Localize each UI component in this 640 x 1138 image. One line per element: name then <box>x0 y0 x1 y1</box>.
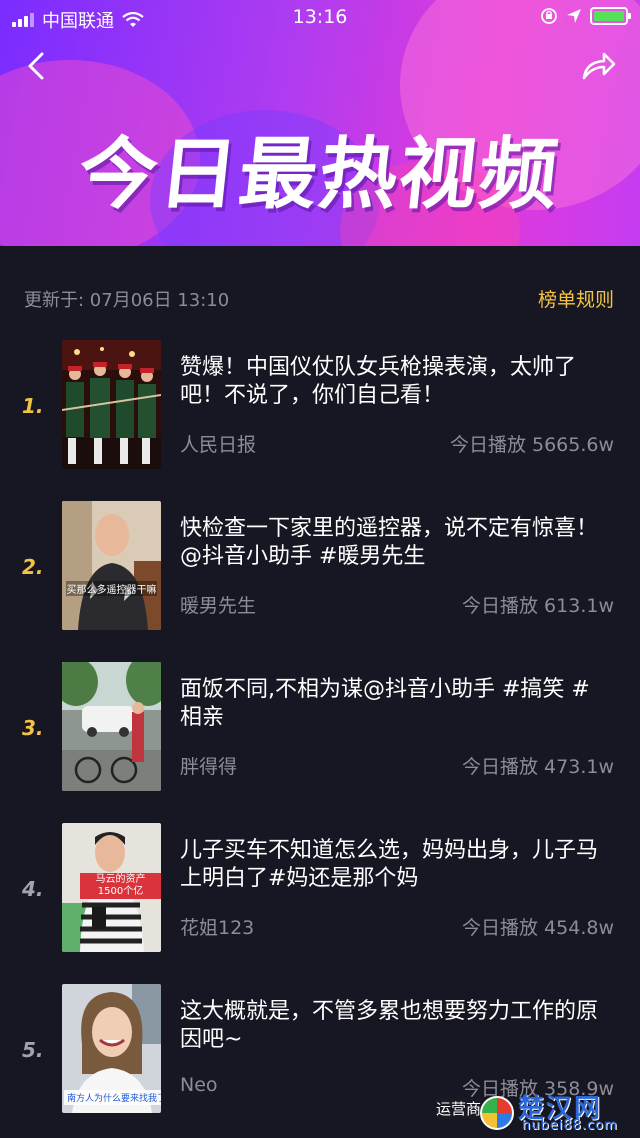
watermark-logo-icon <box>480 1096 514 1130</box>
rotation-lock-icon <box>541 8 557 24</box>
ranking-rules-link[interactable]: 榜单规则 <box>538 285 614 312</box>
video-title: 赞爆！中国仪仗队女兵枪操表演，太帅了吧！不说了，你们自己看！ <box>180 355 577 408</box>
play-count: 今日播放 454.8w <box>462 917 614 939</box>
rank-number: 1. <box>22 394 44 418</box>
status-bar: 中国联通 13:16 <box>0 0 640 36</box>
video-thumbnail[interactable] <box>62 662 161 791</box>
video-thumbnail[interactable]: 南方人为什么要来找我了呢 <box>62 984 161 1113</box>
video-thumbnail[interactable] <box>62 340 161 469</box>
video-author: 暖男先生 <box>180 595 257 617</box>
list-item[interactable]: 2. 买那么多遥控器干嘛 快检查一下家里的遥控器，说不定有惊喜！@抖音小助手 #… <box>0 501 640 662</box>
thumbnail-caption: 马云的资产1500个亿 <box>80 873 161 899</box>
battery-icon <box>590 7 631 25</box>
location-arrow-icon <box>567 9 581 23</box>
thumbnail-caption: 买那么多遥控器干嘛 <box>66 581 157 596</box>
share-button[interactable] <box>578 46 618 86</box>
play-count: 今日播放 473.1w <box>462 756 614 778</box>
list-item[interactable]: 1. 赞爆！中国仪仗队女兵枪操表演，太帅了吧！不说了，你们自己看！ 人民日报 今… <box>0 340 640 501</box>
thumbnail-caption: 南方人为什么要来找我了呢 <box>64 1090 161 1105</box>
video-author: 人民日报 <box>180 434 257 456</box>
thumbnail-image <box>62 662 161 791</box>
video-author: Neo <box>180 1074 218 1096</box>
chevron-left-icon <box>28 52 44 80</box>
video-author: 胖得得 <box>180 756 238 778</box>
thumbnail-image <box>62 340 161 469</box>
video-thumbnail[interactable]: 买那么多遥控器干嘛 <box>62 501 161 630</box>
list-item[interactable]: 3. 面饭不同,不相为谋@抖音小助手 #搞笑 #相亲 胖得得 今日播放 473.… <box>0 662 640 823</box>
watermark-url: hubei88.com <box>522 1118 618 1133</box>
rank-number: 3. <box>22 716 44 740</box>
video-thumbnail[interactable]: 马云的资产1500个亿 <box>62 823 161 952</box>
play-count: 今日播放 5665.6w <box>449 434 614 456</box>
watermark-overlay-text: 运营商 <box>436 1098 482 1119</box>
banner-header: 中国联通 13:16 今日最热视频 <box>0 0 640 246</box>
site-watermark: 运营商 楚汉网 hubei88.com <box>436 1090 636 1134</box>
thumbnail-image <box>62 501 161 630</box>
video-title: 儿子买车不知道怎么选，妈妈出身，儿子马上明白了#妈还是那个妈 <box>180 838 599 891</box>
rank-number: 5. <box>22 1038 44 1062</box>
video-title: 快检查一下家里的遥控器，说不定有惊喜！@抖音小助手 #暖男先生 <box>180 516 599 569</box>
video-title: 面饭不同,不相为谋@抖音小助手 #搞笑 #相亲 <box>180 677 590 730</box>
update-row: 更新于: 07月06日 13:10 榜单规则 <box>0 286 640 312</box>
page-title: 今日最热视频 <box>74 130 564 220</box>
play-count: 今日播放 613.1w <box>462 595 614 617</box>
back-button[interactable] <box>20 46 56 86</box>
rank-number: 4. <box>22 877 44 901</box>
video-title: 这大概就是，不管多累也想要努力工作的原因吧~ <box>180 999 599 1052</box>
share-arrow-icon <box>582 52 616 80</box>
video-list: 1. 赞爆！中国仪仗队女兵枪操表演，太帅了吧！不说了，你们自己看！ 人民日报 今… <box>0 340 640 1138</box>
rank-number: 2. <box>22 555 44 579</box>
list-item[interactable]: 4. 马云的资产1500个亿 儿子买车不知道怎么选，妈妈出身，儿子马上明白了#妈… <box>0 823 640 984</box>
video-author: 花姐123 <box>180 917 255 939</box>
update-timestamp: 更新于: 07月06日 13:10 <box>24 290 230 311</box>
